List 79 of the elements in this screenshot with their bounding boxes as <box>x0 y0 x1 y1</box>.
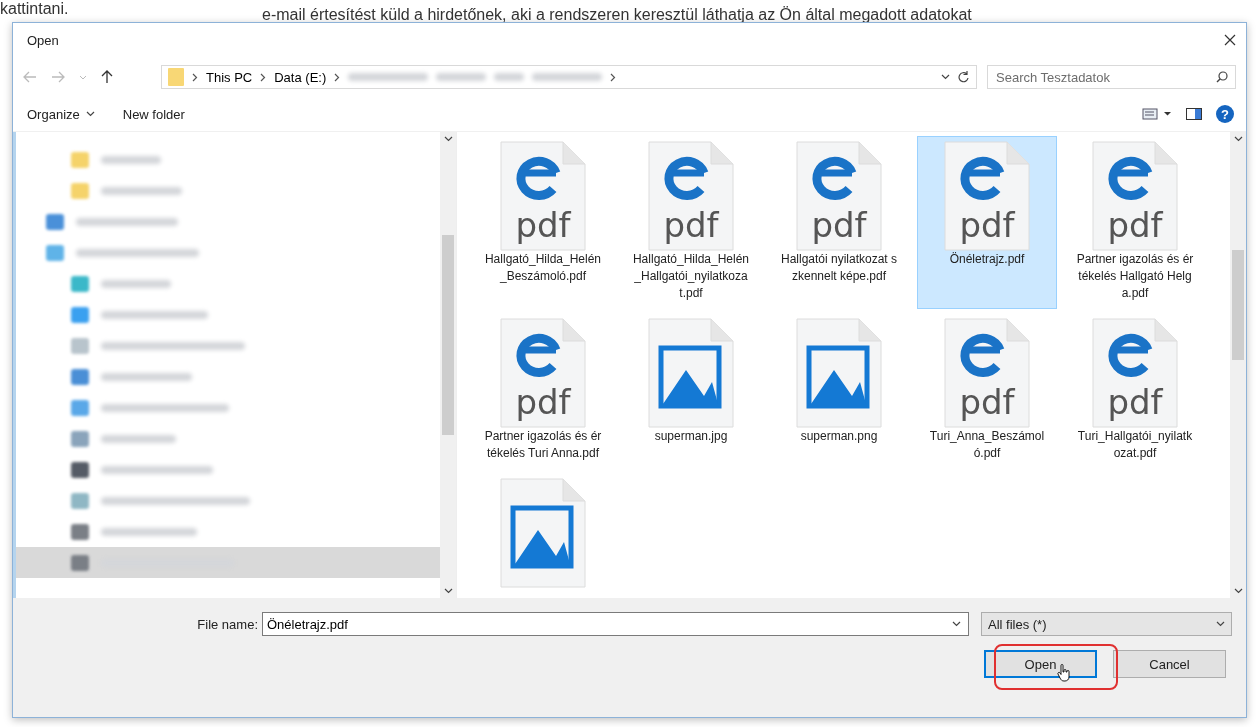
file-item[interactable]: pdf Turi_Anna_Beszámoló.pdf <box>917 313 1057 469</box>
pdf-file-icon: pdf <box>944 141 1030 251</box>
pdf-file-icon: pdf <box>796 141 882 251</box>
file-name: Partner igazolás és értékelés Turi Anna.pdf <box>484 428 602 462</box>
close-icon[interactable] <box>1224 34 1236 46</box>
file-name: Turi_Hallgatói_nyilatkozat.pdf <box>1076 428 1194 462</box>
pdf-file-icon: pdf <box>648 141 734 251</box>
breadcrumb[interactable]: Data (E:) <box>274 69 327 85</box>
file-name: Hallgató_Hilda_Helén_Beszámoló.pdf <box>484 251 602 285</box>
pdf-file-icon: pdf <box>1092 318 1178 428</box>
chevron-icon <box>334 72 341 82</box>
blurred-label <box>101 279 171 288</box>
file-name: Turi_Anna_Beszámoló.pdf <box>928 428 1046 462</box>
blurred-breadcrumb <box>494 73 525 81</box>
chevron-icon <box>192 72 198 82</box>
dropdown-caret-icon <box>941 74 950 80</box>
file-item[interactable]: superman.png <box>769 313 909 469</box>
file-item[interactable]: pdf Partner igazolás és értékelés Hallgató Helga.pdf <box>1065 136 1205 309</box>
file-name: Hallgatói nyilatkozat szkennelt képe.pdf <box>780 251 898 285</box>
chevron-icon <box>260 72 267 82</box>
chevron-icon <box>610 72 617 82</box>
dropdown-caret-icon <box>952 621 961 627</box>
refresh-icon[interactable] <box>958 70 970 84</box>
scrollbar[interactable] <box>1230 132 1246 598</box>
blurred-breadcrumb <box>436 73 487 81</box>
page-text: kattintani. <box>0 0 69 18</box>
scroll-up-icon <box>443 136 453 142</box>
file-name: superman.jpg <box>654 428 728 445</box>
file-name: superman.png <box>800 428 878 445</box>
image-file-icon <box>500 478 586 588</box>
dropdown-caret-icon <box>1216 621 1225 627</box>
pdf-file-icon: pdf <box>1092 141 1178 251</box>
search-field[interactable]: Search Tesztadatok <box>987 65 1236 89</box>
organize-menu[interactable]: Organize <box>25 102 97 126</box>
blurred-label <box>101 155 161 164</box>
caret-icon <box>85 111 95 117</box>
scroll-up-icon <box>1233 136 1243 142</box>
window-title: Open <box>27 32 59 48</box>
forward-arrow-icon[interactable] <box>51 71 65 83</box>
image-file-icon <box>648 318 734 428</box>
pdf-file-icon: pdf <box>500 318 586 428</box>
file-item[interactable]: pdf Partner igazolás és értékelés Turi Anna.pdf <box>473 313 613 469</box>
image-file-icon <box>796 318 882 428</box>
back-arrow-icon[interactable] <box>23 71 37 83</box>
file-item[interactable]: superman.jpg <box>621 313 761 469</box>
scroll-down-icon <box>1233 588 1243 594</box>
file-type-dropdown[interactable]: All files (*) <box>981 612 1232 636</box>
scrollbar[interactable] <box>440 132 456 598</box>
address-bar[interactable]: This PC Data (E:) <box>161 65 977 89</box>
pdf-file-icon: pdf <box>944 318 1030 428</box>
file-name: Partner igazolás és értékelés Hallgató Helga.pdf <box>1076 251 1194 302</box>
nav-item-selected[interactable] <box>16 547 440 578</box>
up-arrow-icon[interactable] <box>101 70 113 84</box>
search-icon <box>1216 71 1228 83</box>
file-name: Önéletrajz.pdf <box>949 251 1025 268</box>
open-button[interactable]: Open <box>984 650 1097 678</box>
file-name: Hallgató_Hilda_Helén_Hallgatói_nyilatkozat.pdf <box>632 251 750 302</box>
file-name-label: File name: <box>196 616 258 632</box>
folder-icon <box>168 67 184 87</box>
scrollbar-thumb[interactable] <box>442 235 454 435</box>
cancel-button[interactable]: Cancel <box>1113 650 1226 678</box>
file-name-field[interactable]: Önéletrajz.pdf <box>262 612 969 636</box>
scroll-down-icon <box>443 588 453 594</box>
view-options-icon[interactable] <box>1142 108 1172 120</box>
file-item[interactable]: pdf Turi_Hallgatói_nyilatkozat.pdf <box>1065 313 1205 469</box>
blurred-breadcrumb <box>532 73 603 81</box>
help-button[interactable]: ? <box>1216 105 1234 123</box>
file-item[interactable]: pdf Hallgatói nyilatkozat szkennelt képe.pdf <box>769 136 909 309</box>
breadcrumb[interactable]: This PC <box>206 69 253 85</box>
caret-icon[interactable] <box>79 74 87 80</box>
new-folder-button[interactable]: New folder <box>120 102 187 126</box>
file-item[interactable]: pdf Önéletrajz.pdf <box>917 136 1057 309</box>
file-item[interactable]: pdf Hallgató_Hilda_Helén_Beszámoló.pdf <box>473 136 613 309</box>
pdf-file-icon: pdf <box>500 141 586 251</box>
hand-cursor-icon <box>1057 664 1071 682</box>
scrollbar-thumb[interactable] <box>1232 250 1244 360</box>
page-text: e-mail értesítést küld a hirdetőnek, aki a rendszeren keresztül láthatja az Ön által megadott adatokat <box>262 6 972 24</box>
file-item[interactable]: pdf Hallgató_Hilda_Helén_Hallgatói_nyilatkozat.pdf <box>621 136 761 309</box>
preview-pane-icon[interactable] <box>1186 108 1202 120</box>
